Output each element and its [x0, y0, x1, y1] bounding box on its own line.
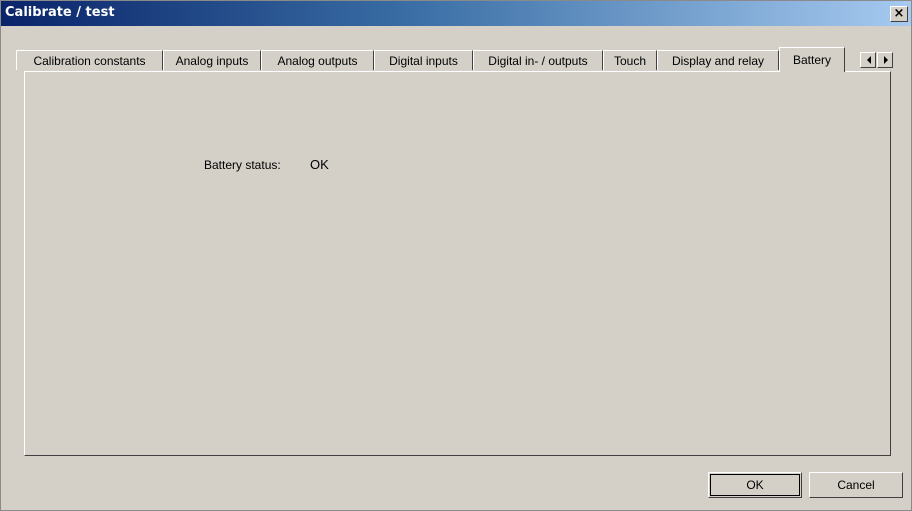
tab-label: Calibration constants [33, 54, 146, 68]
battery-tab-panel [24, 71, 891, 456]
close-icon: × [893, 6, 905, 21]
tab-label: Display and relay [671, 54, 765, 68]
tab-strip: Calibration constants Analog inputs Anal… [16, 47, 896, 72]
tab-label: Touch [613, 54, 647, 68]
tab-calibration-constants[interactable]: Calibration constants [16, 50, 163, 70]
arrow-left-icon [867, 56, 871, 64]
tab-digital-inputs[interactable]: Digital inputs [374, 50, 473, 70]
tab-label: Digital in- / outputs [488, 54, 588, 68]
tab-scroll-left-button[interactable] [860, 52, 876, 68]
window-title: Calibrate / test [5, 5, 115, 20]
tab-analog-outputs[interactable]: Analog outputs [261, 50, 374, 70]
cancel-button[interactable]: Cancel [809, 472, 903, 498]
close-button[interactable]: × [890, 6, 908, 22]
arrow-right-icon [884, 56, 888, 64]
tab-label: Digital inputs [389, 54, 458, 68]
title-bar[interactable]: Calibrate / test × [1, 1, 911, 26]
tab-scroll-arrows [860, 52, 894, 69]
ok-button[interactable]: OK [708, 472, 802, 498]
battery-status-value: OK [310, 157, 329, 172]
tab-digital-in-outputs[interactable]: Digital in- / outputs [473, 50, 603, 70]
tab-battery[interactable]: Battery [779, 47, 845, 72]
tab-display-and-relay[interactable]: Display and relay [657, 50, 779, 70]
tab-label: Analog inputs [175, 54, 249, 68]
tab-scroll-right-button[interactable] [877, 52, 893, 68]
battery-status-label: Battery status: [204, 158, 281, 172]
tab-label: Battery [792, 53, 831, 67]
tab-analog-inputs[interactable]: Analog inputs [163, 50, 261, 70]
tab-touch[interactable]: Touch [603, 50, 657, 70]
tab-label: Analog outputs [277, 54, 358, 68]
